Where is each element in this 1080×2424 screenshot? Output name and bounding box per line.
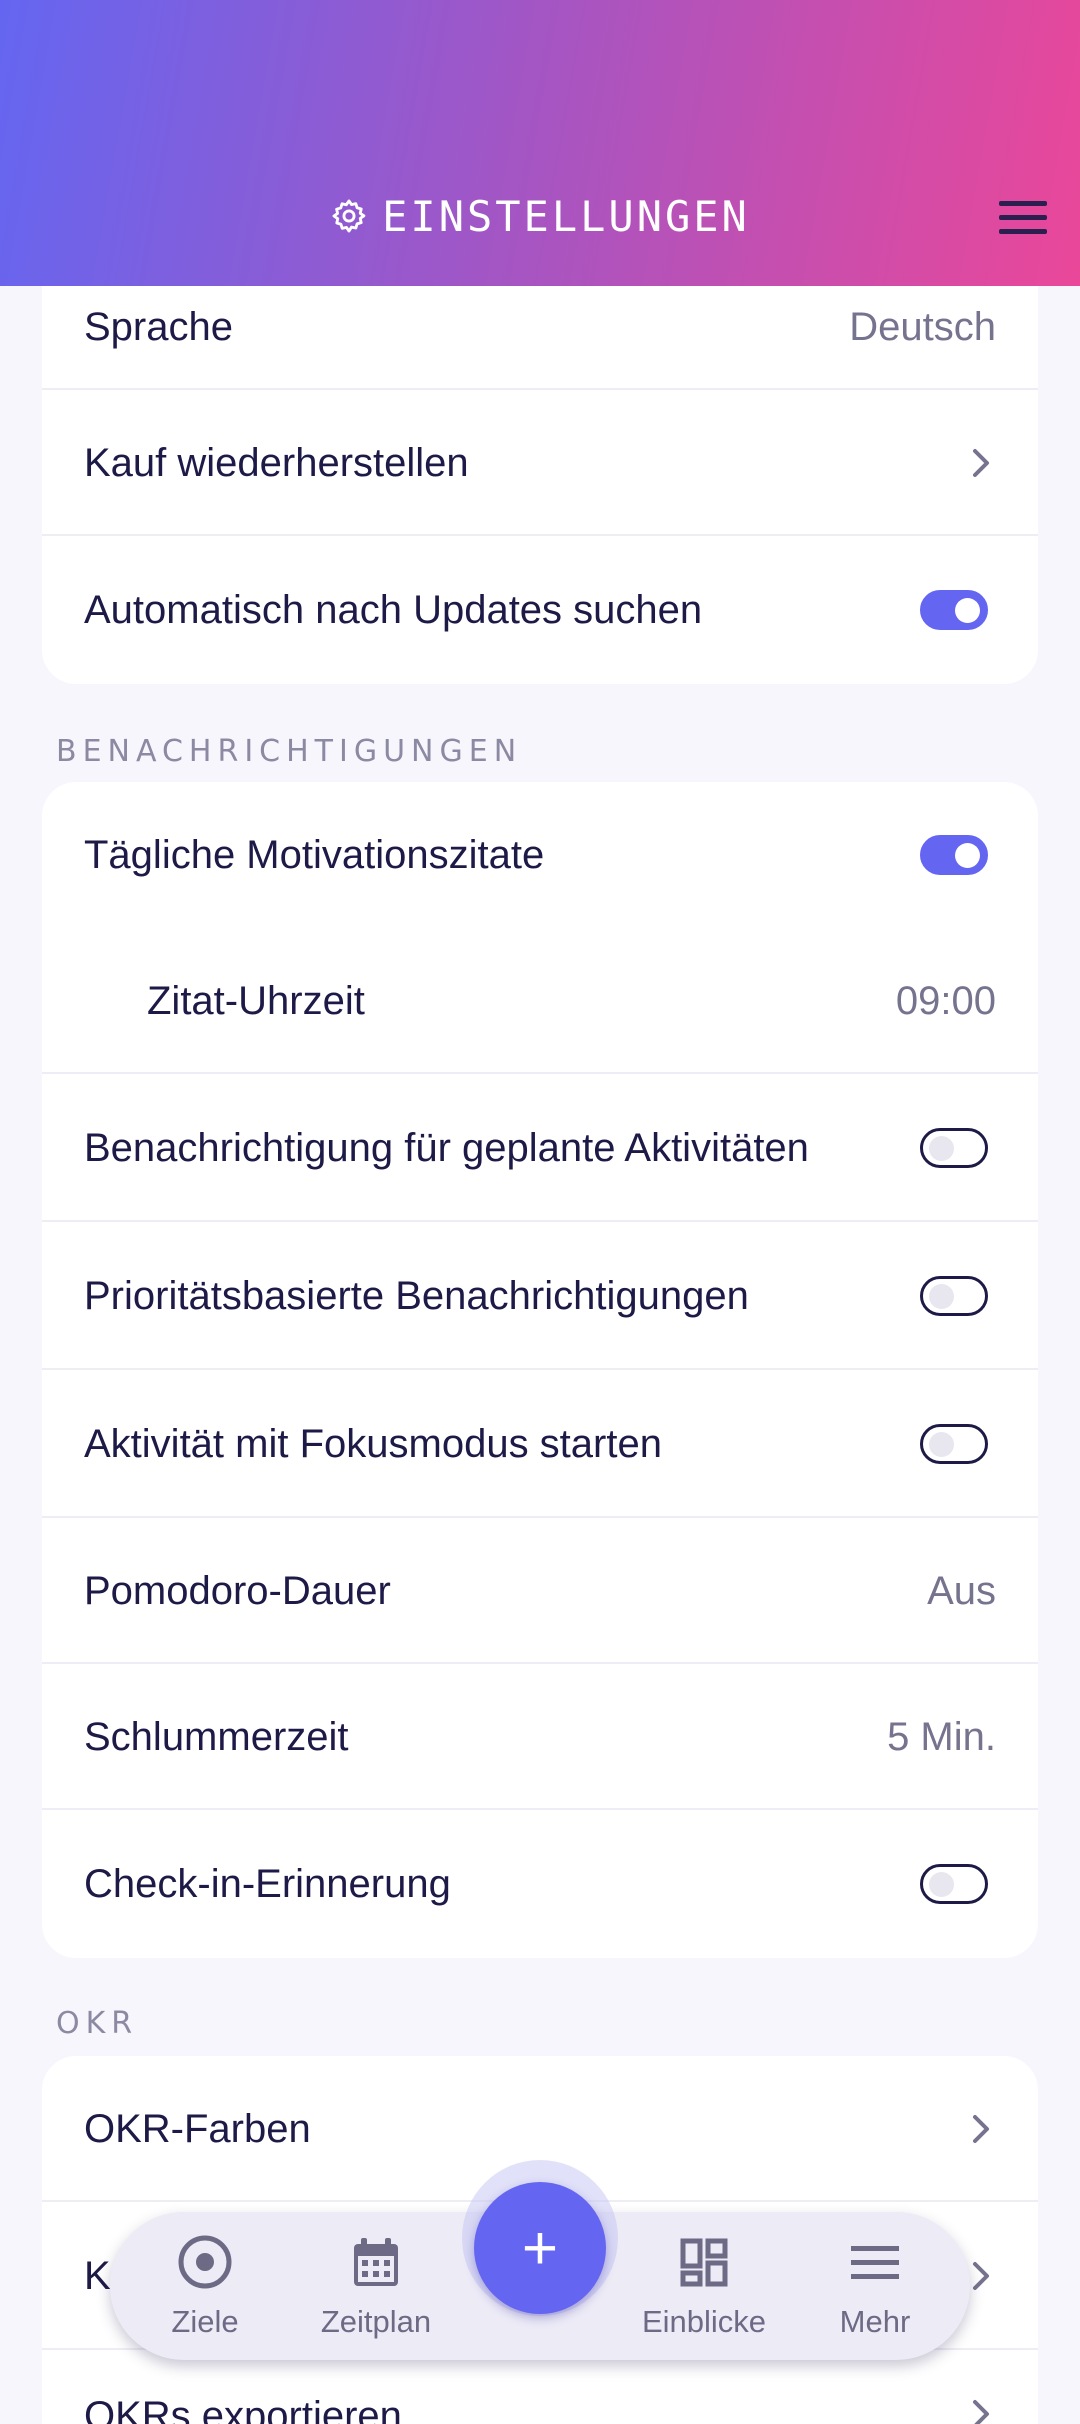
checkin-row: Check-in-Erinnerung bbox=[42, 1810, 1038, 1958]
restore-purchase-label: Kauf wiederherstellen bbox=[84, 440, 469, 485]
focus-mode-toggle[interactable] bbox=[920, 1424, 988, 1464]
quote-time-label: Zitat-Uhrzeit bbox=[147, 978, 365, 1023]
calendar-icon bbox=[346, 2232, 406, 2292]
general-settings-card: Sprache Deutsch Kauf wiederherstellen Au… bbox=[42, 244, 1038, 684]
nav-item-ziele[interactable]: Ziele bbox=[130, 2232, 280, 2340]
toggle-knob bbox=[955, 598, 980, 623]
nav-label: Mehr bbox=[839, 2304, 911, 2339]
checkin-toggle[interactable] bbox=[920, 1864, 988, 1904]
planned-activities-label: Benachrichtigung für geplante Aktivitäte… bbox=[84, 1125, 809, 1170]
quote-time-row[interactable]: Zitat-Uhrzeit 09:00 bbox=[42, 928, 1038, 1074]
page-title: EINSTELLUNGEN bbox=[0, 188, 1080, 244]
planned-activities-toggle[interactable] bbox=[920, 1128, 988, 1168]
pomodoro-value: Aus bbox=[927, 1568, 996, 1613]
quotes-row: Tägliche Motivationszitate bbox=[42, 782, 1038, 928]
nav-label: Zeitplan bbox=[320, 2304, 432, 2339]
chevron-right-icon bbox=[966, 2256, 996, 2296]
chevron-right-icon bbox=[966, 443, 996, 483]
quote-time-value: 09:00 bbox=[895, 978, 996, 1023]
menu-bar bbox=[999, 214, 1047, 220]
menu-icon bbox=[845, 2232, 905, 2292]
okr-export-row[interactable]: OKRs exportieren bbox=[42, 2350, 1038, 2424]
chevron-right-icon bbox=[966, 2394, 996, 2424]
notifications-section-label: BENACHRICHTIGUNGEN bbox=[56, 734, 523, 769]
menu-bar bbox=[999, 228, 1047, 234]
nav-label: Einblicke bbox=[641, 2304, 767, 2339]
nav-label: Ziele bbox=[171, 2304, 239, 2339]
nav-item-mehr[interactable]: Mehr bbox=[800, 2232, 950, 2340]
focus-mode-row: Aktivität mit Fokusmodus starten bbox=[42, 1370, 1038, 1518]
focus-mode-label: Aktivität mit Fokusmodus starten bbox=[84, 1421, 662, 1466]
notifications-card: Tägliche Motivationszitate Zitat-Uhrzeit… bbox=[42, 782, 1038, 1958]
okr-section-label: OKR bbox=[56, 2006, 139, 2041]
snooze-label: Schlummerzeit bbox=[84, 1714, 349, 1759]
language-label: Sprache bbox=[84, 304, 233, 349]
quotes-toggle[interactable] bbox=[920, 835, 988, 875]
toggle-knob bbox=[929, 1432, 954, 1457]
toggle-knob bbox=[929, 1136, 954, 1161]
page-title-text: EINSTELLUNGEN bbox=[382, 191, 750, 241]
priority-notifications-toggle[interactable] bbox=[920, 1276, 988, 1316]
snooze-row[interactable]: Schlummerzeit 5 Min. bbox=[42, 1664, 1038, 1810]
okr-export-label: OKRs exportieren bbox=[84, 2394, 402, 2424]
menu-bar bbox=[999, 200, 1047, 206]
toggle-knob bbox=[955, 843, 980, 868]
okr-colors-label: OKR-Farben bbox=[84, 2106, 311, 2151]
nav-item-einblicke[interactable]: Einblicke bbox=[629, 2232, 779, 2340]
planned-activities-row: Benachrichtigung für geplante Aktivitäte… bbox=[42, 1074, 1038, 1222]
checkin-label: Check-in-Erinnerung bbox=[84, 1861, 451, 1906]
okr-partial-label: K bbox=[84, 2253, 111, 2298]
restore-purchase-row[interactable]: Kauf wiederherstellen bbox=[42, 390, 1038, 536]
snooze-value: 5 Min. bbox=[887, 1714, 996, 1759]
toggle-knob bbox=[929, 1284, 954, 1309]
add-button[interactable]: + bbox=[474, 2182, 606, 2314]
language-value: Deutsch bbox=[849, 304, 996, 349]
priority-notifications-label: Prioritätsbasierte Benachrichtigungen bbox=[84, 1273, 749, 1318]
app-header: EINSTELLUNGEN bbox=[0, 0, 1080, 286]
dashboard-icon bbox=[674, 2232, 734, 2292]
gear-icon bbox=[330, 197, 368, 235]
auto-updates-label: Automatisch nach Updates suchen bbox=[84, 587, 703, 632]
auto-updates-toggle[interactable] bbox=[920, 590, 988, 630]
quotes-label: Tägliche Motivationszitate bbox=[84, 832, 545, 877]
hamburger-menu-button[interactable] bbox=[996, 190, 1050, 244]
chevron-right-icon bbox=[966, 2109, 996, 2149]
toggle-knob bbox=[929, 1872, 954, 1897]
target-icon bbox=[175, 2232, 235, 2292]
pomodoro-row[interactable]: Pomodoro-Dauer Aus bbox=[42, 1518, 1038, 1664]
nav-item-zeitplan[interactable]: Zeitplan bbox=[301, 2232, 451, 2340]
auto-updates-row: Automatisch nach Updates suchen bbox=[42, 536, 1038, 684]
priority-notifications-row: Prioritätsbasierte Benachrichtigungen bbox=[42, 1222, 1038, 1370]
pomodoro-label: Pomodoro-Dauer bbox=[84, 1568, 391, 1613]
